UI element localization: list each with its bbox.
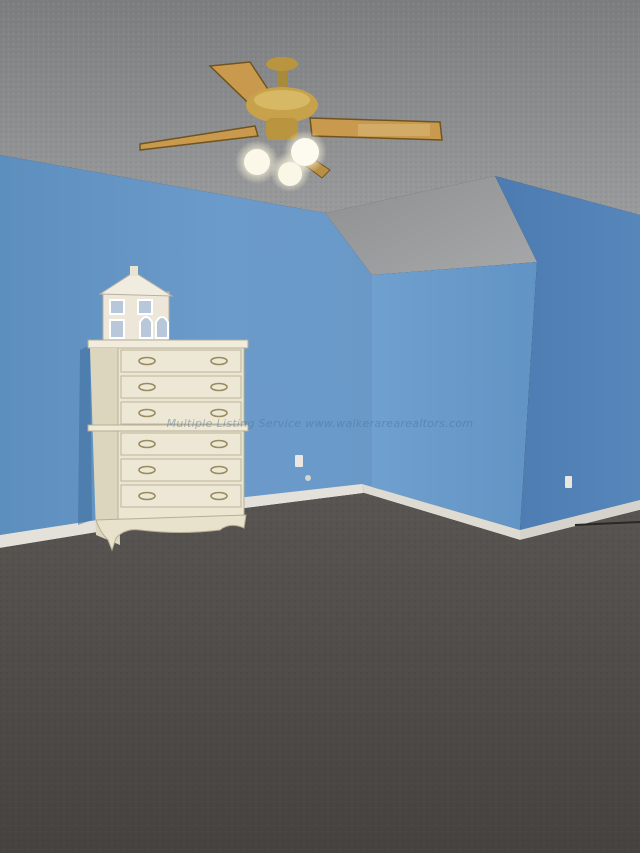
room-illustration [0,0,640,853]
center-wall [372,262,537,530]
wall-outlet-right [565,476,572,488]
dresser-shadow [78,345,92,525]
dresser [87,339,249,552]
carpet-floor [0,493,640,853]
room-photo: Multiple Listing Service www.walkerarear… [0,0,640,853]
